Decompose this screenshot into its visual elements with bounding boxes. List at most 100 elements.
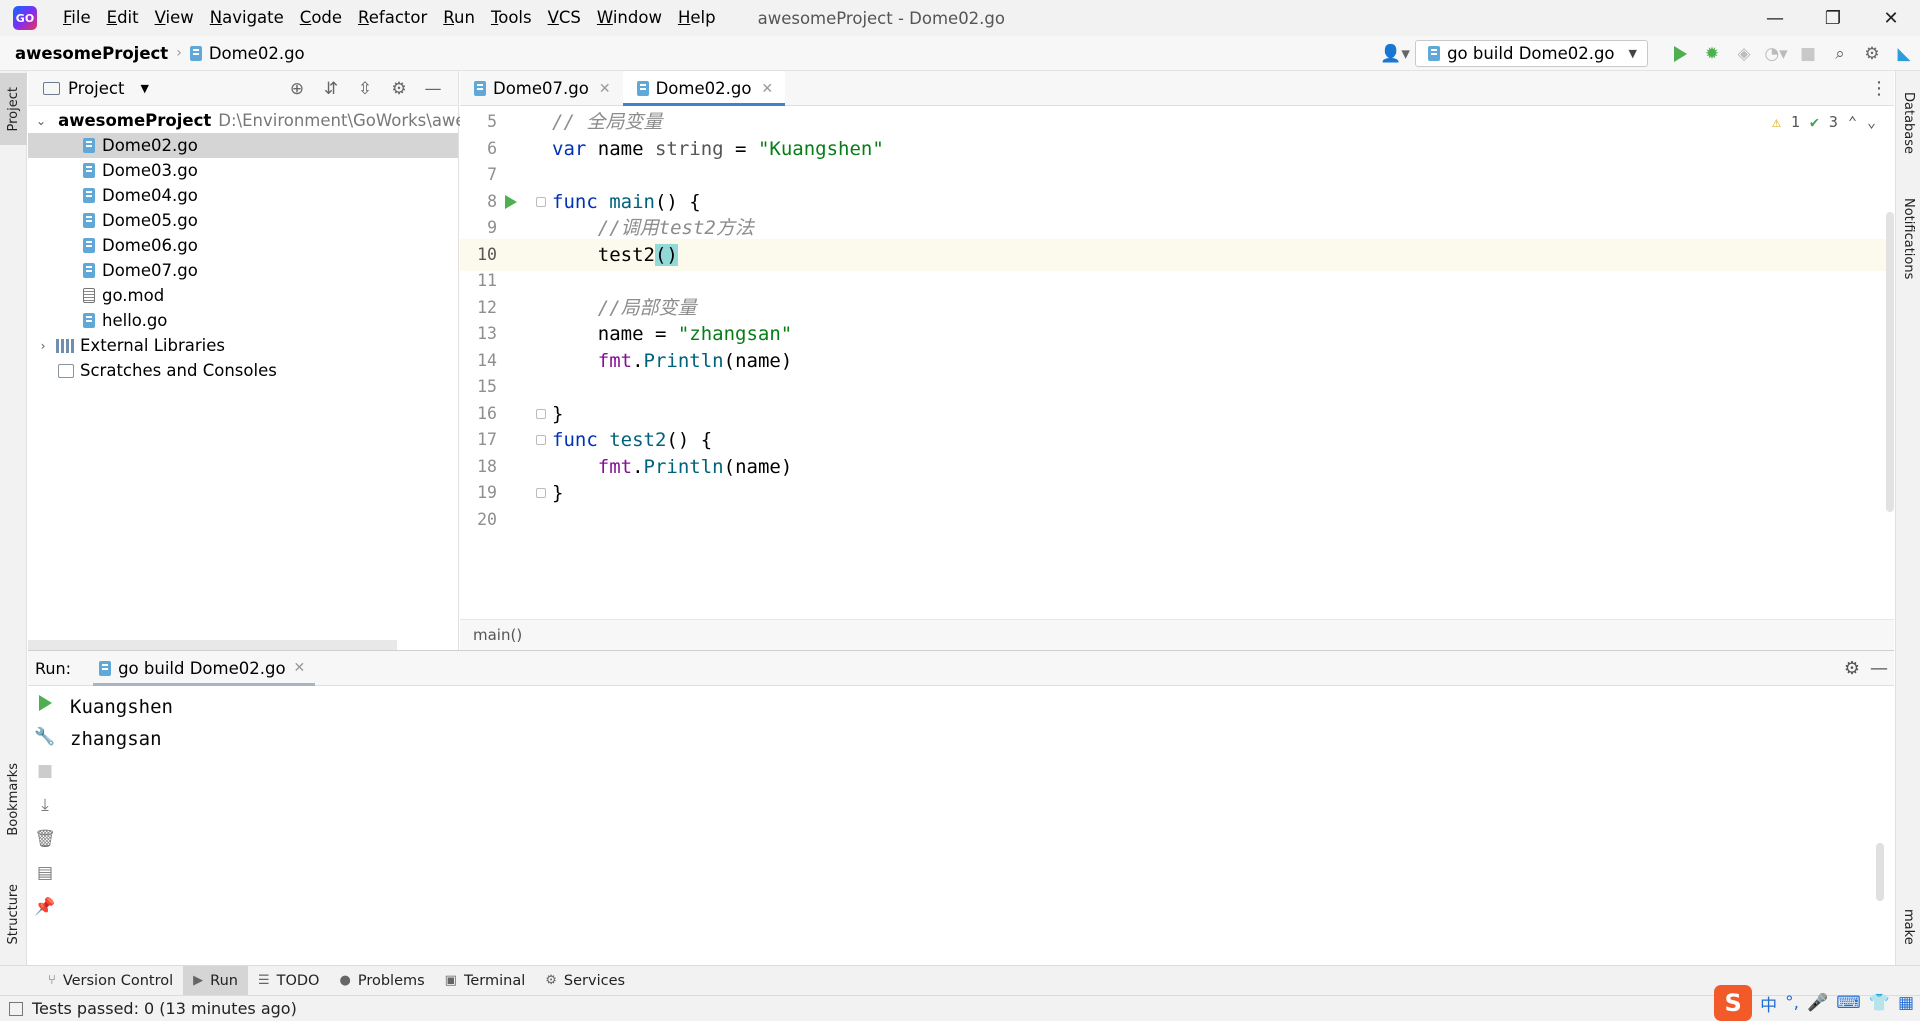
menu-refactor[interactable]: Refactor: [350, 0, 435, 36]
code-breadcrumb-item[interactable]: main(): [473, 626, 522, 644]
close-window-button[interactable]: ✕: [1862, 0, 1920, 36]
locate-file-icon[interactable]: ⊕: [282, 79, 312, 99]
collapse-all-icon[interactable]: ⇳: [350, 79, 380, 99]
edit-config-button[interactable]: 🔧: [28, 720, 62, 754]
ime-language-indicator[interactable]: 中: [1760, 991, 1777, 1016]
fold-icon[interactable]: [536, 488, 546, 498]
clear-output-button[interactable]: 🗑: [28, 822, 62, 856]
expand-all-icon[interactable]: ⇵: [316, 79, 346, 99]
tree-item-dome02[interactable]: Dome02.go: [28, 133, 458, 158]
breadcrumb: awesomeProject › Dome02.go: [15, 44, 305, 63]
status-message[interactable]: Tests passed: 0 (13 minutes ago): [32, 999, 297, 1018]
tool-tab-structure[interactable]: Structure: [0, 869, 27, 959]
tree-item-hello[interactable]: hello.go: [28, 308, 458, 333]
tree-item-go-mod[interactable]: go.mod: [28, 283, 458, 308]
restore-button[interactable]: ❐: [1804, 0, 1862, 36]
tree-item-external-libraries[interactable]: › External Libraries: [28, 333, 458, 358]
tool-run[interactable]: ▶ Run: [183, 965, 248, 996]
run-configuration-select[interactable]: go build Dome02.go ▼: [1415, 40, 1648, 67]
close-icon[interactable]: ✕: [599, 81, 611, 97]
settings-gear-icon[interactable]: ⚙: [1844, 658, 1860, 679]
run-gutter-icon[interactable]: [505, 194, 517, 209]
tree-item-scratches[interactable]: Scratches and Consoles: [28, 358, 458, 383]
tool-tab-notifications[interactable]: Notifications: [1896, 186, 1920, 291]
settings-gear-icon[interactable]: ⚙: [1856, 38, 1888, 70]
chevron-up-icon[interactable]: ⌃: [1848, 113, 1857, 131]
menu-code[interactable]: Code: [292, 0, 350, 36]
chevron-right-icon[interactable]: ›: [36, 339, 50, 353]
hide-panel-icon[interactable]: —: [1870, 658, 1888, 679]
tree-item-dome06[interactable]: Dome06.go: [28, 233, 458, 258]
tool-terminal[interactable]: ▣ Terminal: [435, 966, 536, 996]
pin-tab-button[interactable]: 📌: [28, 890, 62, 924]
tool-label: Problems: [357, 972, 425, 989]
microphone-icon[interactable]: 🎤: [1807, 993, 1828, 1013]
tree-item-dome07[interactable]: Dome07.go: [28, 258, 458, 283]
console-output[interactable]: Kuangshen zhangsan: [70, 686, 1864, 755]
menu-view[interactable]: View: [147, 0, 202, 36]
chevron-down-icon[interactable]: ⌄: [36, 114, 46, 128]
coverage-button[interactable]: ◈: [1728, 38, 1760, 70]
user-icon[interactable]: 👤▾: [1375, 38, 1415, 70]
editor-vertical-scrollbar[interactable]: [1886, 212, 1894, 512]
layout-button[interactable]: ▤: [28, 856, 62, 890]
toolbox-icon[interactable]: ▦: [1898, 993, 1914, 1013]
punctuation-icon[interactable]: °,: [1785, 993, 1799, 1013]
run-button[interactable]: [1664, 38, 1696, 70]
menu-window[interactable]: Window: [589, 0, 670, 36]
profile-button[interactable]: ◔▾: [1760, 38, 1792, 70]
goland-logo-icon[interactable]: GO: [13, 6, 37, 30]
tree-item-dome05[interactable]: Dome05.go: [28, 208, 458, 233]
console-vertical-scrollbar[interactable]: [1876, 843, 1884, 901]
menu-vcs[interactable]: VCS: [540, 0, 589, 36]
editor-tab-dome07[interactable]: Dome07.go ✕: [460, 71, 623, 106]
stop-button[interactable]: ■: [28, 754, 62, 788]
fold-icon[interactable]: [536, 435, 546, 445]
ime-logo-icon[interactable]: S: [1714, 985, 1753, 1021]
tool-problems[interactable]: ● Problems: [329, 966, 434, 996]
tree-item-dome03[interactable]: Dome03.go: [28, 158, 458, 183]
skin-icon[interactable]: 👕: [1869, 993, 1890, 1013]
menu-help[interactable]: Help: [670, 0, 724, 36]
keyboard-icon[interactable]: ⌨: [1836, 993, 1861, 1013]
menu-file[interactable]: File: [55, 0, 99, 36]
run-tab[interactable]: go build Dome02.go ✕: [93, 651, 316, 686]
project-horizontal-scrollbar[interactable]: [28, 640, 397, 650]
menu-tools[interactable]: Tools: [483, 0, 540, 36]
rerun-button[interactable]: [28, 686, 62, 720]
tree-root-folder[interactable]: ⌄ awesomeProject D:\Environment\GoWorks\…: [28, 108, 500, 133]
options-gear-icon[interactable]: ⚙: [384, 79, 414, 99]
hide-panel-icon[interactable]: —: [418, 79, 448, 99]
minimize-button[interactable]: —: [1746, 0, 1804, 36]
toggle-tool-windows-icon[interactable]: [9, 1001, 23, 1016]
scroll-to-end-button[interactable]: ⤓: [28, 788, 62, 822]
code-with-me-icon[interactable]: ◣: [1888, 38, 1920, 70]
menu-edit[interactable]: Edit: [99, 0, 147, 36]
tool-tab-bookmarks[interactable]: Bookmarks: [0, 749, 27, 849]
menu-run[interactable]: Run: [435, 0, 483, 36]
search-icon[interactable]: ⌕: [1824, 38, 1856, 70]
tool-tab-make[interactable]: make: [1896, 899, 1920, 954]
fold-icon[interactable]: [536, 408, 546, 419]
project-view-selector[interactable]: Project: [68, 79, 124, 98]
code-editor[interactable]: 5 6 7 8 9 10 11 12 13 14 15 16 17 18 19 …: [460, 106, 1894, 619]
fold-icon[interactable]: [536, 196, 546, 207]
chevron-down-icon[interactable]: ▼: [140, 82, 148, 95]
tool-version-control[interactable]: ⑂ Version Control: [38, 966, 183, 996]
more-vertical-icon[interactable]: ⋮: [1870, 71, 1888, 106]
tool-tab-database[interactable]: Database: [1896, 81, 1920, 166]
inspection-widget[interactable]: ⚠ 1 ✔ 3 ⌃ ⌄: [1772, 106, 1876, 138]
breadcrumb-project[interactable]: awesomeProject: [15, 44, 168, 63]
editor-tab-dome02[interactable]: Dome02.go ✕: [622, 71, 786, 106]
tool-todo[interactable]: ☰ TODO: [248, 966, 330, 996]
tree-item-dome04[interactable]: Dome04.go: [28, 183, 458, 208]
tool-services[interactable]: ⚙ Services: [535, 966, 635, 996]
stop-button[interactable]: ■: [1792, 38, 1824, 70]
chevron-down-icon[interactable]: ⌄: [1867, 113, 1876, 131]
close-icon[interactable]: ✕: [761, 81, 773, 97]
menu-navigate[interactable]: Navigate: [202, 0, 292, 36]
breadcrumb-file[interactable]: Dome02.go: [209, 44, 305, 63]
debug-button[interactable]: ✹: [1696, 38, 1728, 70]
tool-tab-project[interactable]: Project: [0, 73, 27, 145]
close-icon[interactable]: ✕: [294, 660, 306, 676]
